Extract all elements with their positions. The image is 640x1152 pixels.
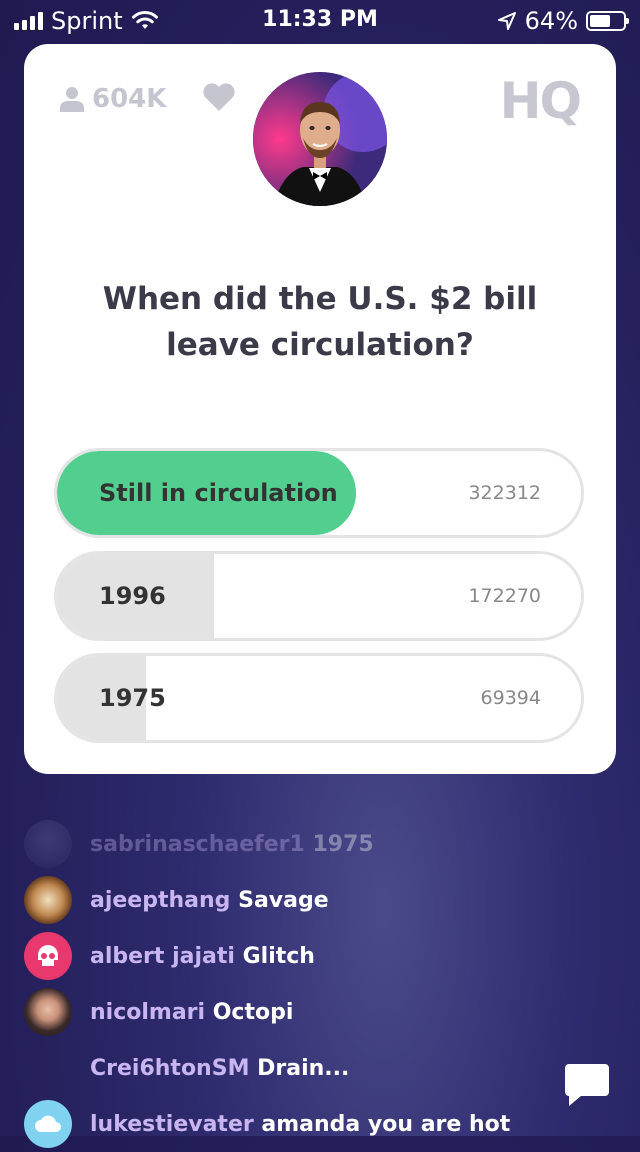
skull-icon <box>38 945 58 966</box>
chat-username: nicolmari <box>90 999 206 1025</box>
question-card: 604K HQ When did the U.S. $2 bill leave … <box>24 44 616 774</box>
status-bar: Sprint 11:33 PM 64% <box>0 0 640 40</box>
chat-username: ajeepthang <box>90 887 231 913</box>
chat-message: nicolmari Octopi <box>24 984 624 1040</box>
host-avatar <box>253 72 387 206</box>
answer-option-3[interactable]: 1975 69394 <box>54 653 584 743</box>
battery-icon <box>586 11 629 31</box>
chat-username: albert jajati <box>90 943 235 969</box>
location-arrow-icon <box>497 12 516 30</box>
viewer-count: 604K <box>60 84 166 114</box>
skull-avatar <box>24 932 72 980</box>
heart-icon[interactable] <box>202 82 236 112</box>
answer-count: 172270 <box>468 585 541 607</box>
question-text: When did the U.S. $2 bill leave circulat… <box>102 281 538 363</box>
chat-text: amanda you are hot <box>261 1111 511 1137</box>
chat-username: sabrinaschaefer1 <box>90 831 305 857</box>
cloud-icon <box>35 1115 61 1132</box>
answer-count: 69394 <box>480 687 541 709</box>
answer-label: Still in circulation <box>99 479 338 507</box>
chat-message: lukestievater amanda you are hot <box>24 1096 624 1152</box>
answer-option-2[interactable]: 1996 172270 <box>54 551 584 641</box>
answer-count: 322312 <box>468 482 541 504</box>
hq-logo: HQ <box>499 72 582 130</box>
chat-text: Octopi <box>212 999 294 1025</box>
chat-text: 1975 <box>312 831 374 857</box>
chat-username: lukestievater <box>90 1111 254 1137</box>
empty-avatar <box>24 1044 72 1092</box>
answer-option-1[interactable]: Still in circulation 322312 <box>54 448 584 538</box>
chat-text: Glitch <box>242 943 315 969</box>
cloud-avatar <box>24 1100 72 1148</box>
chat-bubble-icon[interactable] <box>563 1060 611 1108</box>
chat-text: Drain... <box>257 1055 350 1081</box>
chat-username: Crei6htonSM <box>90 1055 250 1081</box>
photo-avatar <box>24 820 72 868</box>
chat-text: Savage <box>238 887 329 913</box>
chat-feed: sabrinaschaefer1 1975 ajeepthang Savage … <box>24 816 624 1152</box>
host-portrait <box>253 72 387 206</box>
photo-avatar <box>24 988 72 1036</box>
viewer-count-label: 604K <box>92 84 167 114</box>
status-right: 64% <box>497 7 629 35</box>
chat-message: Crei6htonSM Drain... <box>24 1040 624 1096</box>
chat-message: albert jajati Glitch <box>24 928 624 984</box>
answer-label: 1996 <box>99 582 166 610</box>
person-icon <box>60 87 84 112</box>
clock-avatar <box>24 876 72 924</box>
answer-label: 1975 <box>99 684 166 712</box>
battery-percent: 64% <box>524 7 578 35</box>
chat-message: sabrinaschaefer1 1975 <box>24 816 624 872</box>
chat-message: ajeepthang Savage <box>24 872 624 928</box>
